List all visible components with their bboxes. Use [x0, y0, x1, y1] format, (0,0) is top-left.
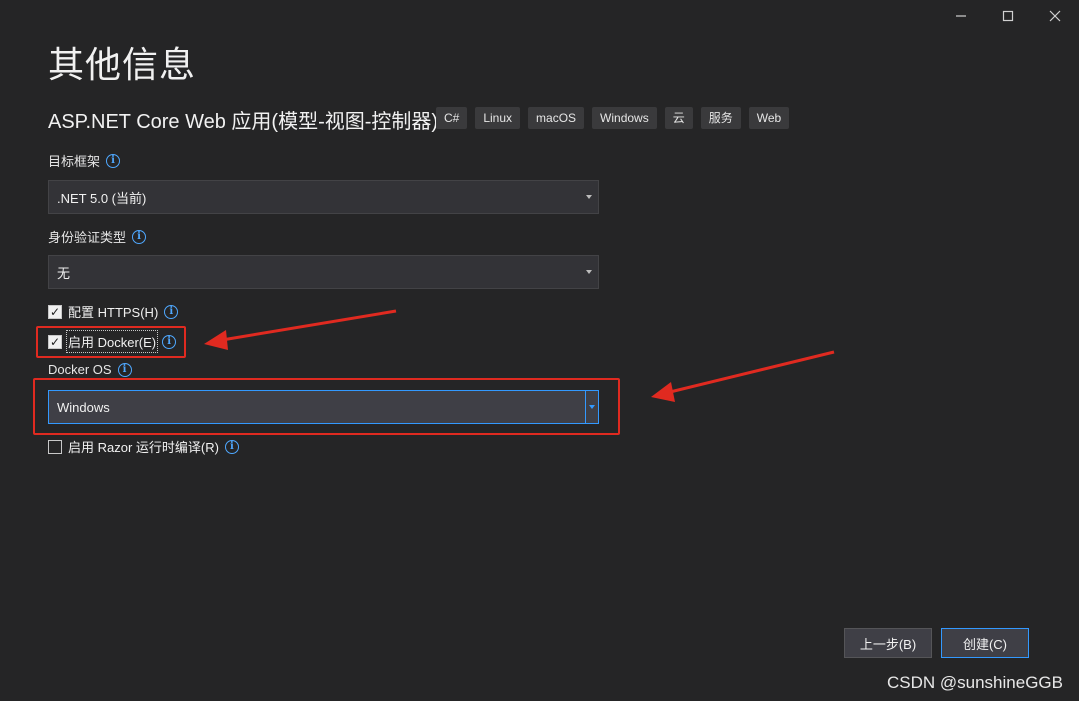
back-button[interactable]: 上一步(B) [844, 628, 932, 658]
arrow-head-icon [651, 382, 675, 402]
create-button[interactable]: 创建(C) [941, 628, 1029, 658]
watermark: CSDN @sunshineGGB [887, 673, 1063, 692]
arrow-line [669, 350, 835, 394]
arrow-line [221, 309, 397, 342]
annotation-arrows [204, 309, 835, 402]
arrow-head-icon [204, 330, 228, 350]
